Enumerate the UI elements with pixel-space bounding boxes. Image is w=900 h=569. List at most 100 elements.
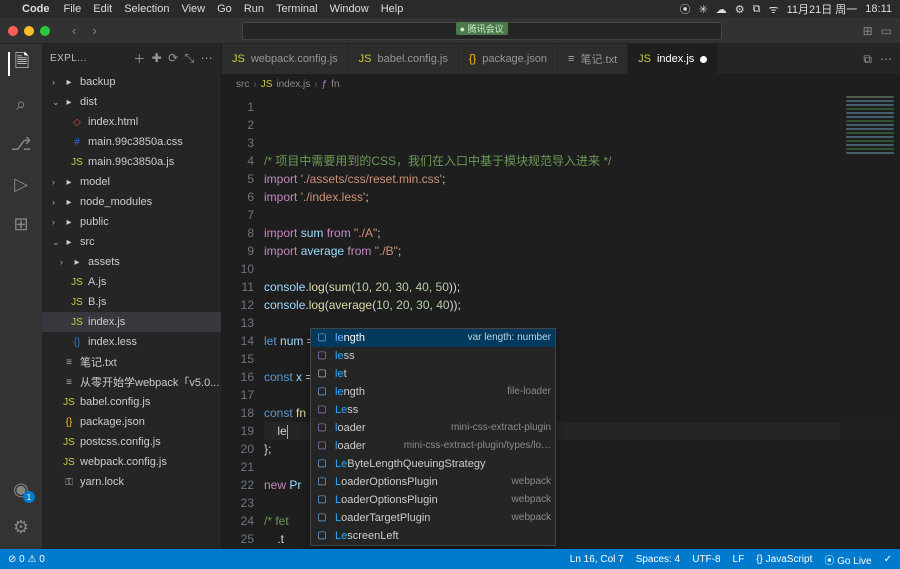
folder-item[interactable]: ›▸node_modules bbox=[42, 192, 221, 212]
file-item[interactable]: ⚿yarn.lock bbox=[42, 472, 221, 492]
menubar-date[interactable]: 11月21日 周一 bbox=[787, 1, 858, 17]
status-item[interactable]: {} JavaScript bbox=[756, 552, 812, 567]
file-item[interactable]: {}package.json bbox=[42, 412, 221, 432]
traffic-lights[interactable] bbox=[8, 26, 50, 36]
file-item[interactable]: {}index.less bbox=[42, 332, 221, 352]
folder-item[interactable]: ⌄▸dist bbox=[42, 92, 221, 112]
refresh-icon[interactable]: ⟳ bbox=[168, 51, 178, 65]
explorer-title: EXPL... bbox=[50, 53, 127, 64]
status-item[interactable]: ✓ bbox=[884, 552, 892, 567]
file-item[interactable]: ≡从零开始学webpack「v5.0... bbox=[42, 372, 221, 392]
dirty-dot-icon bbox=[700, 56, 707, 63]
suggest-item[interactable]: ▢loadermini-css-extract-plugin/types/lo… bbox=[311, 437, 555, 455]
explorer-icon[interactable]: 🗎 bbox=[8, 52, 32, 76]
more-icon[interactable]: ⋯ bbox=[880, 52, 892, 66]
menu-item[interactable]: Terminal bbox=[276, 3, 318, 15]
suggest-item[interactable]: ▢LoaderOptionsPluginwebpack bbox=[311, 491, 555, 509]
menu-item[interactable]: File bbox=[64, 3, 82, 15]
file-item[interactable]: JSpostcss.config.js bbox=[42, 432, 221, 452]
extensions-icon[interactable]: ⊞ bbox=[9, 212, 33, 236]
debug-icon[interactable]: ▷ bbox=[9, 172, 33, 196]
suggest-item[interactable]: ▢Less bbox=[311, 401, 555, 419]
editor-area: JSwebpack.config.jsJSbabel.config.js{}pa… bbox=[222, 44, 900, 549]
file-item[interactable]: ≡笔记.txt bbox=[42, 352, 221, 372]
menu-item[interactable]: Go bbox=[217, 3, 232, 15]
file-tree[interactable]: ›▸backup⌄▸dist◇index.html#main.99c3850a.… bbox=[42, 72, 221, 549]
nav-fwd-icon[interactable]: › bbox=[88, 23, 100, 38]
editor-tabs: JSwebpack.config.jsJSbabel.config.js{}pa… bbox=[222, 44, 900, 74]
suggest-item[interactable]: ▢LoaderTargetPluginwebpack bbox=[311, 509, 555, 527]
code-editor[interactable]: 1234567891011121314151617181920212223242… bbox=[222, 94, 900, 549]
breadcrumb[interactable]: src› JS index.js› ƒ fn bbox=[222, 74, 900, 94]
status-item[interactable]: Spaces: 4 bbox=[636, 552, 680, 567]
suggest-item[interactable]: ▢LescreenLeft bbox=[311, 527, 555, 545]
menu-item[interactable]: Edit bbox=[93, 3, 112, 15]
suggest-item[interactable]: ▢LeByteLengthQueuingStrategy bbox=[311, 455, 555, 473]
file-item[interactable]: JSindex.js bbox=[42, 312, 221, 332]
code-content[interactable]: /* 项目中需要用到的CSS，我们在入口中基于模块规范导入进来 */import… bbox=[264, 94, 900, 549]
suggest-item[interactable]: ▢lengthvar length: number bbox=[311, 329, 555, 347]
menu-item[interactable]: Selection bbox=[124, 3, 169, 15]
status-item[interactable]: ⊘ 0 ⚠ 0 bbox=[8, 554, 45, 565]
editor-tab[interactable]: ≡笔记.txt bbox=[558, 44, 628, 74]
close-icon[interactable] bbox=[8, 26, 18, 36]
menu-item[interactable]: Run bbox=[244, 3, 264, 15]
menu-icon: ⚙︎ bbox=[735, 3, 745, 16]
split-icon[interactable]: ⧉ bbox=[863, 52, 872, 67]
folder-item[interactable]: ⌄▸src bbox=[42, 232, 221, 252]
editor-tab[interactable]: JSbabel.config.js bbox=[349, 44, 459, 74]
folder-item[interactable]: ›▸model bbox=[42, 172, 221, 192]
editor-tab[interactable]: JSindex.js bbox=[628, 44, 718, 74]
menu-icon: ᯤ bbox=[769, 2, 779, 17]
account-icon[interactable]: ◉ bbox=[9, 477, 33, 501]
suggest-widget[interactable]: ▢lengthvar length: number▢less▢let▢lengt… bbox=[310, 328, 556, 546]
window-titlebar: ‹ › ● 腾讯会议 webpack ⊞ ▭ bbox=[0, 18, 900, 44]
menu-icon: ☁︎ bbox=[716, 3, 727, 16]
menu-item[interactable]: Window bbox=[330, 3, 369, 15]
command-center[interactable]: ● 腾讯会议 webpack bbox=[242, 22, 722, 40]
collapse-icon[interactable]: ⤡ bbox=[185, 51, 195, 66]
status-item[interactable]: LF bbox=[733, 552, 745, 567]
scm-icon[interactable]: ⎇ bbox=[9, 132, 33, 156]
status-item[interactable]: UTF-8 bbox=[692, 552, 720, 567]
search-icon[interactable]: ⌕ bbox=[9, 92, 33, 116]
menu-icon: ⧉ bbox=[753, 3, 761, 16]
file-item[interactable]: JSbabel.config.js bbox=[42, 392, 221, 412]
suggest-item[interactable]: ▢let bbox=[311, 365, 555, 383]
settings-icon[interactable]: ⚙ bbox=[9, 515, 33, 539]
layout-icon[interactable]: ▭ bbox=[881, 24, 892, 38]
file-item[interactable]: JSA.js bbox=[42, 272, 221, 292]
minimap[interactable] bbox=[840, 94, 900, 549]
editor-tab[interactable]: {}package.json bbox=[459, 44, 558, 74]
folder-item[interactable]: ›▸backup bbox=[42, 72, 221, 92]
menubar-time[interactable]: 18:11 bbox=[865, 3, 892, 15]
explorer-header: EXPL... ＋ ✚ ⟳ ⤡ ⋯ bbox=[42, 44, 221, 72]
file-item[interactable]: JSB.js bbox=[42, 292, 221, 312]
suggest-item[interactable]: ▢LoaderOptionsPluginwebpack bbox=[311, 473, 555, 491]
app-name[interactable]: Code bbox=[22, 3, 50, 15]
menu-item[interactable]: View bbox=[181, 3, 205, 15]
nav-back-icon[interactable]: ‹ bbox=[68, 23, 80, 38]
new-file-icon[interactable]: ＋ bbox=[133, 50, 145, 67]
editor-tab[interactable]: JSwebpack.config.js bbox=[222, 44, 349, 74]
layout-icon[interactable]: ⊞ bbox=[863, 24, 873, 38]
suggest-item[interactable]: ▢lengthfile-loader bbox=[311, 383, 555, 401]
explorer-sidebar: EXPL... ＋ ✚ ⟳ ⤡ ⋯ ›▸backup⌄▸dist◇index.h… bbox=[42, 44, 222, 549]
suggest-item[interactable]: ▢loadermini-css-extract-plugin bbox=[311, 419, 555, 437]
new-folder-icon[interactable]: ✚ bbox=[152, 51, 162, 65]
more-icon[interactable]: ⋯ bbox=[201, 51, 213, 65]
status-item[interactable]: ⦿ Go Live bbox=[824, 552, 871, 567]
mac-menubar: Code File Edit Selection View Go Run Terminal W… bbox=[0, 0, 900, 18]
menu-item[interactable]: Help bbox=[381, 3, 404, 15]
folder-item[interactable]: ›▸public bbox=[42, 212, 221, 232]
minimize-icon[interactable] bbox=[24, 26, 34, 36]
file-item[interactable]: #main.99c3850a.css bbox=[42, 132, 221, 152]
meeting-badge: ● 腾讯会议 bbox=[456, 22, 508, 35]
file-item[interactable]: JSmain.99c3850a.js bbox=[42, 152, 221, 172]
zoom-icon[interactable] bbox=[40, 26, 50, 36]
file-item[interactable]: JSwebpack.config.js bbox=[42, 452, 221, 472]
suggest-item[interactable]: ▢less bbox=[311, 347, 555, 365]
status-item[interactable]: Ln 16, Col 7 bbox=[570, 552, 624, 567]
folder-item[interactable]: ›▸assets bbox=[42, 252, 221, 272]
file-item[interactable]: ◇index.html bbox=[42, 112, 221, 132]
